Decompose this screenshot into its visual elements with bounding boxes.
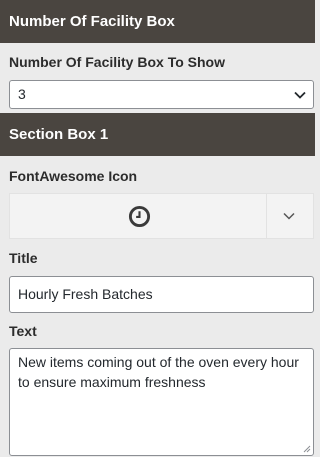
title-input[interactable]: Hourly Fresh Batches [9,276,314,313]
resize-handle-icon[interactable] [302,444,311,453]
text-label: Text [9,323,37,339]
title-label: Title [9,250,38,266]
facility-count-value: 3 [18,86,26,102]
facility-count-select[interactable]: 3 [9,80,314,109]
icon-picker-toggle[interactable] [266,194,313,238]
chevron-down-icon [294,91,306,99]
text-textarea[interactable]: New items coming out of the oven every h… [9,348,314,456]
facility-box-section-header[interactable]: Number Of Facility Box [0,0,315,43]
icon-picker[interactable] [9,193,314,239]
section-box-header[interactable]: Section Box 1 [0,113,315,156]
fontawesome-icon-label: FontAwesome Icon [9,168,138,184]
facility-count-label: Number Of Facility Box To Show [9,54,225,70]
text-textarea-value: New items coming out of the oven every h… [18,354,299,390]
clock-icon [128,205,151,228]
chevron-down-icon [283,212,295,220]
